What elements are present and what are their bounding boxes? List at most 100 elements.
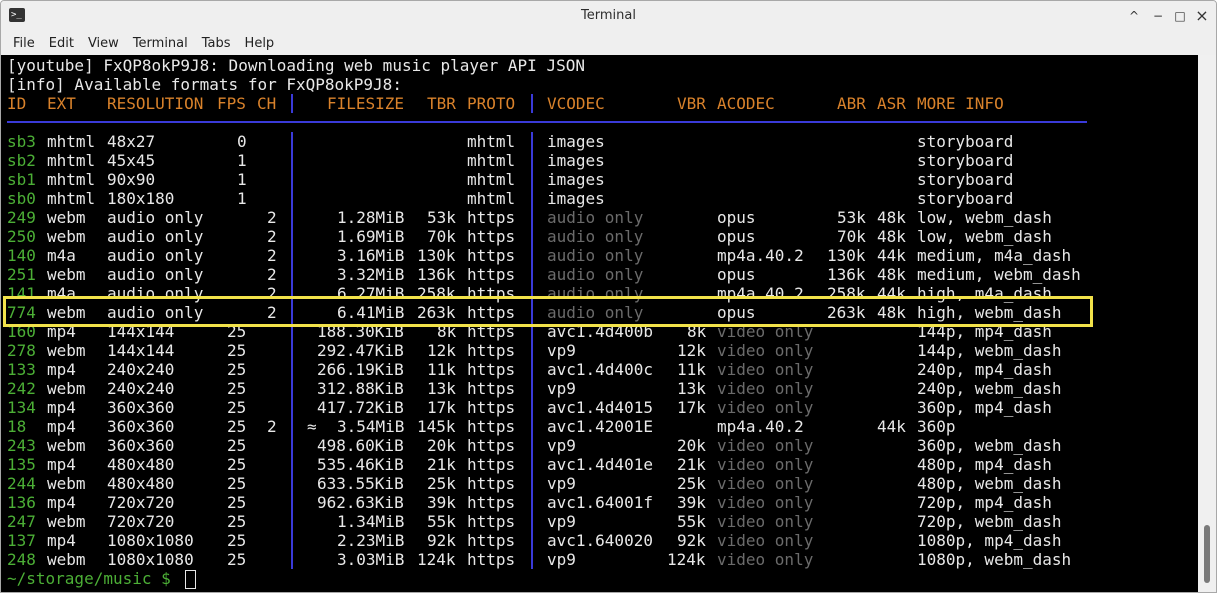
table-row: 134 mp4 360x360 25 417.72KiB 17k https avc1.4d4… [7,398,1097,417]
table-row: 250 webm audio only 2 1.69MiB 70k https audio o… [7,227,1097,246]
format-filesize: 3.16MiB [337,246,405,265]
format-filesize: 498.60KiB [317,436,404,455]
format-proto: https [467,455,516,474]
format-fps: 0 [237,132,247,151]
table-row: 133 mp4 240x240 25 266.19KiB 11k https avc1.4d4… [7,360,1097,379]
format-resolution: audio only [107,246,204,265]
menu-view[interactable]: View [88,36,119,51]
header-tbr: TBR [427,94,456,113]
format-proto: https [467,265,516,284]
format-ext: mp4 [47,360,76,379]
menu-file[interactable]: File [13,36,35,51]
format-proto: https [467,208,516,227]
header-asr: ASR [877,94,906,113]
format-vcodec: images [547,170,605,189]
table-row: 247 webm 720x720 25 1.34MiB 55k https vp9 55k vid… [7,512,1097,531]
scrollbar-thumb[interactable] [1204,525,1210,583]
format-vcodec: audio only [547,227,644,246]
format-resolution: audio only [107,208,204,227]
format-asr: 44k [877,246,906,265]
close-icon[interactable]: × [1193,7,1211,25]
format-acodec: video only [717,360,814,379]
format-ext: webm [47,208,86,227]
format-ext: webm [47,474,86,493]
format-channels: 2 [267,417,277,436]
format-vcodec: avc1.42001E [547,417,653,436]
format-fps: 1 [237,151,247,170]
table-row: 248 webm 1080x1080 25 3.03MiB 124k https vp9 124… [7,550,1097,569]
menu-edit[interactable]: Edit [49,36,74,51]
log-line: [info] Available formats for FxQP8okP9J8… [7,75,402,94]
format-ext: webm [47,341,86,360]
table-row: 135 mp4 480x480 25 535.46KiB 21k https avc1.4d4… [7,455,1097,474]
format-id: 242 [7,379,36,398]
table-row: 242 webm 240x240 25 312.88KiB 13k https vp9 13k v… [7,379,1097,398]
format-asr: 48k [877,208,906,227]
format-fps: 25 [227,512,247,531]
header-more-info: MORE INFO [917,94,1004,113]
format-abr: 130k [827,246,866,265]
format-more-info: 144p, webm_dash [917,341,1062,360]
format-id: 18 [7,417,27,436]
format-fps: 25 [227,398,247,417]
format-resolution: 720x720 [107,512,175,531]
format-proto: https [467,512,516,531]
header-proto: PROTO [467,94,516,113]
format-ext: webm [47,379,86,398]
format-tbr: 17k [427,398,456,417]
format-abr: 136k [827,265,866,284]
scrollbar[interactable] [1198,55,1216,592]
format-tbr: 20k [427,436,456,455]
format-vcodec: vp9 [547,436,576,455]
format-vcodec: avc1.4d401e [547,455,653,474]
menu-tabs[interactable]: Tabs [202,36,231,51]
restore-icon[interactable]: − [1149,7,1167,25]
format-proto: https [467,531,516,550]
format-vcodec: audio only [547,208,644,227]
format-acodec: video only [717,531,814,550]
format-fps: 25 [227,455,247,474]
format-tbr: 25k [427,474,456,493]
format-acodec: video only [717,436,814,455]
format-ext: mp4 [47,398,76,417]
maximize-icon[interactable]: □ [1171,7,1189,25]
header-ch: CH [257,94,277,113]
format-proto: mhtml [467,189,516,208]
minimize-icon[interactable]: ^ [1125,7,1143,25]
format-more-info: 720p, webm_dash [917,512,1062,531]
format-tbr: 55k [427,512,456,531]
menu-terminal[interactable]: Terminal [133,36,188,51]
terminal-output[interactable]: [youtube] FxQP8okP9J8: Downloading web m… [1,55,1198,592]
format-tbr: 53k [427,208,456,227]
format-more-info: 480p, webm_dash [917,474,1062,493]
title-bar[interactable]: >_ Terminal ^ − □ × [1,1,1216,31]
format-proto: https [467,474,516,493]
format-fps: 1 [237,189,247,208]
format-vbr: 20k [677,436,706,455]
format-vbr: 25k [677,474,706,493]
format-filesize: 3.32MiB [337,265,405,284]
format-tbr: 39k [427,493,456,512]
format-vbr: 17k [677,398,706,417]
format-more-info: low, webm_dash [917,208,1052,227]
format-more-info: 240p, webm_dash [917,379,1062,398]
format-acodec: video only [717,398,814,417]
format-id: 244 [7,474,36,493]
table-row: 137 mp4 1080x1080 25 2.23MiB 92k https avc1.640… [7,531,1097,550]
format-filesize: 1.34MiB [337,512,405,531]
table-row: 244 webm 480x480 25 633.55KiB 25k https vp9 25k v… [7,474,1097,493]
format-filesize: 417.72KiB [317,398,404,417]
menu-help[interactable]: Help [245,36,275,51]
format-filesize: 292.47KiB [317,341,404,360]
format-ext: mhtml [47,151,96,170]
format-abr: 70k [837,227,866,246]
header-vcodec: VCODEC [547,94,605,113]
format-resolution: 180x180 [107,189,175,208]
format-id: sb2 [7,151,36,170]
format-asr: 44k [877,417,906,436]
format-acodec: video only [717,379,814,398]
format-resolution: audio only [107,265,204,284]
format-acodec: video only [717,455,814,474]
format-id: 136 [7,493,36,512]
format-tbr: 21k [427,455,456,474]
